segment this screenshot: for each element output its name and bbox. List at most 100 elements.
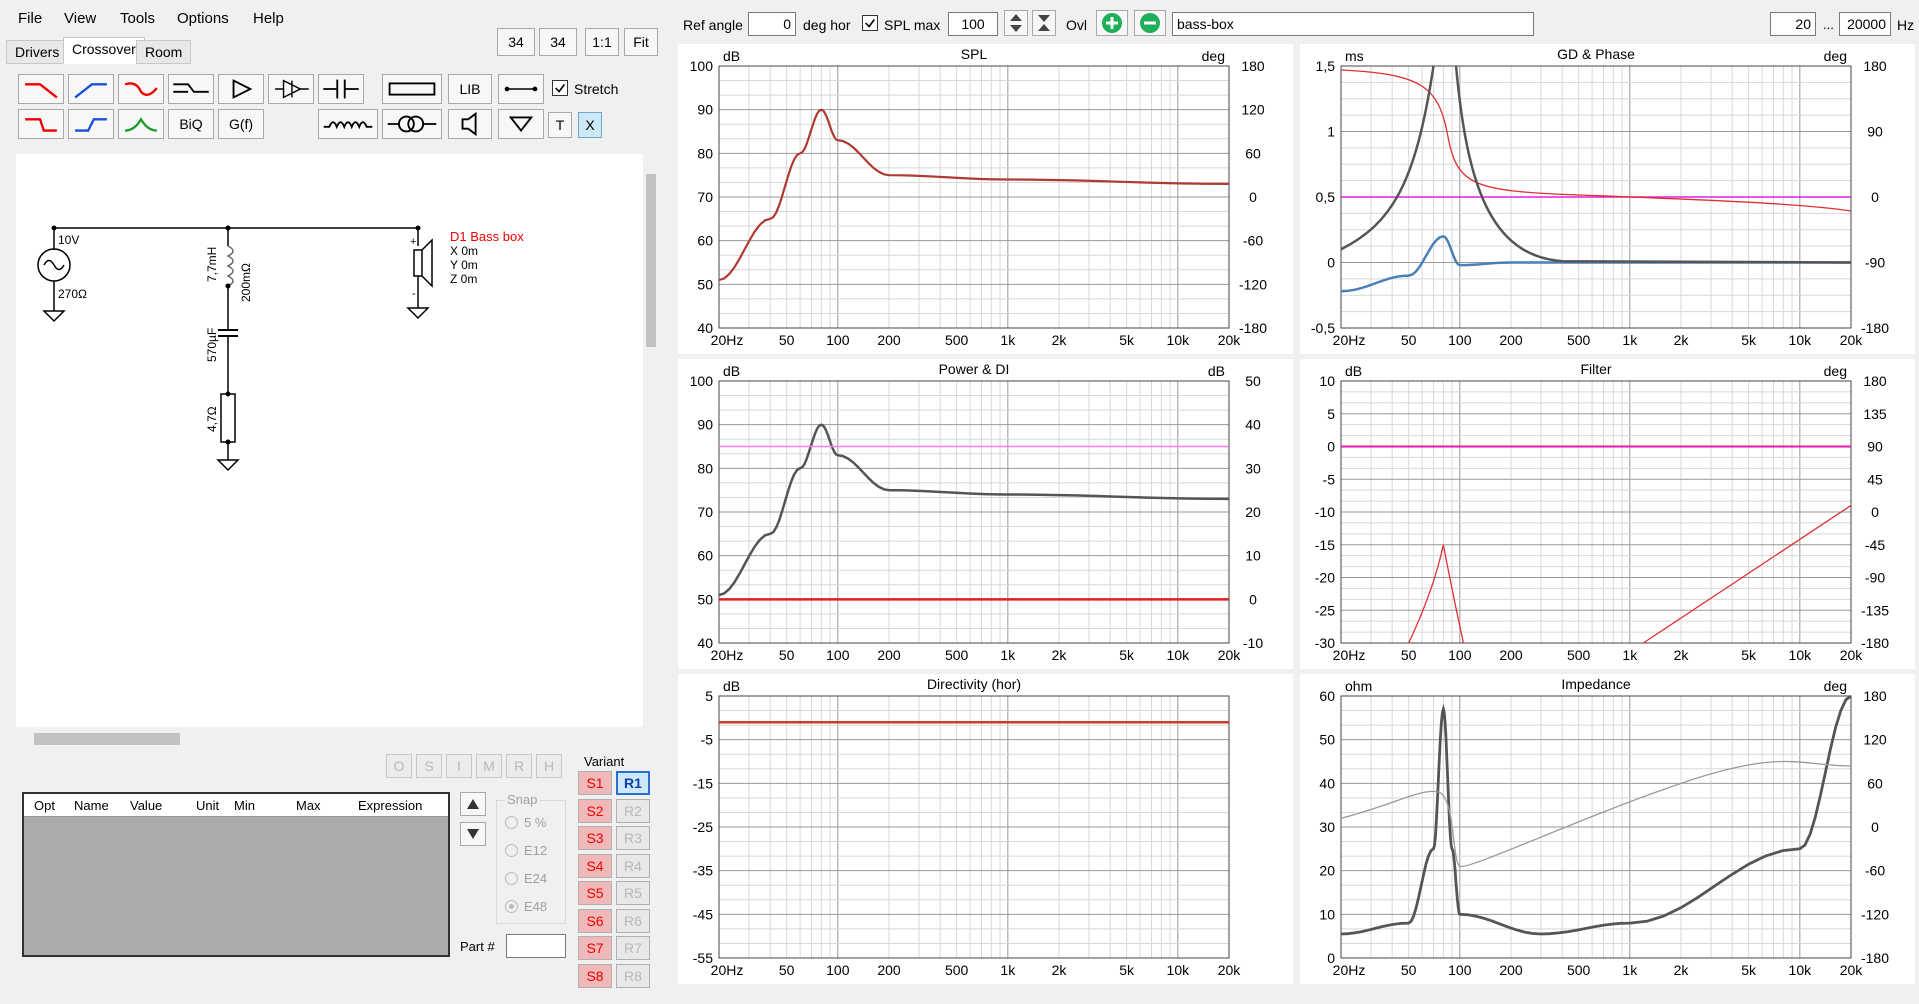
variant-s7-button[interactable]: S7 [578, 936, 612, 960]
ref-angle-input[interactable] [748, 12, 796, 36]
menu-options[interactable]: Options [177, 10, 229, 27]
y2-unit-label: dB [1208, 363, 1225, 379]
variant-s5-button[interactable]: S5 [578, 881, 612, 905]
menu-tools[interactable]: Tools [120, 10, 155, 27]
y2-tick-label: -180 [1239, 320, 1267, 336]
transfer-function-button[interactable]: G(f) [218, 109, 264, 139]
move-up-button[interactable] [460, 792, 486, 816]
inductor-resistance-label: 200mΩ [239, 263, 253, 302]
resistor-tool[interactable] [382, 74, 442, 104]
variant-r4-button[interactable]: R4 [616, 853, 650, 878]
x-tick-label: 20Hz [1333, 962, 1366, 978]
shelf-tool[interactable] [168, 74, 214, 104]
variant-s8-button[interactable]: S8 [578, 963, 612, 988]
remove-overlay-button[interactable] [1134, 10, 1166, 36]
zoom-button-2[interactable]: 34 [539, 28, 577, 56]
chart-panel-5[interactable]: 60 50 40 30 20 10 0 180 120 60 0 -60 -120 -180 20Hz 50 1… [1300, 674, 1915, 984]
variant-s4-button[interactable]: S4 [578, 853, 612, 878]
t-button[interactable]: T [548, 112, 572, 138]
add-overlay-button[interactable] [1096, 10, 1128, 36]
wire-icon [504, 86, 538, 92]
spl-max-checkbox[interactable] [862, 15, 878, 31]
freq-range-dots: ... [1823, 17, 1834, 32]
variant-r3-button[interactable]: R3 [616, 826, 650, 850]
inductor-tool[interactable] [318, 109, 378, 139]
snap-option-e24[interactable]: E24 [505, 871, 547, 886]
part-number-input[interactable] [506, 934, 566, 958]
snap-option-e12[interactable]: E12 [505, 843, 547, 858]
snap-option-label: E12 [524, 843, 548, 858]
zoom-1to1-button[interactable]: 1:1 [585, 28, 619, 56]
ground-tool[interactable] [498, 109, 544, 139]
menu-view[interactable]: View [64, 10, 96, 27]
vertical-scrollbar[interactable] [643, 154, 659, 727]
y-tick-label: 60 [1319, 688, 1335, 704]
variant-r6-button[interactable]: R6 [616, 908, 650, 933]
x-button[interactable]: X [578, 112, 602, 138]
horizontal-scroll-thumb[interactable] [34, 733, 180, 745]
variant-r2-button[interactable]: R2 [616, 798, 650, 823]
bandpass-tool[interactable] [118, 109, 164, 139]
capacitor-tool[interactable] [318, 74, 364, 104]
freq-min-input[interactable] [1770, 12, 1816, 36]
spl-spinner-button[interactable] [1004, 10, 1028, 36]
menu-file[interactable]: File [18, 10, 42, 27]
opt-button[interactable]: O [386, 754, 412, 778]
snap-option-e48[interactable]: E48 [505, 899, 547, 914]
schematic-canvas[interactable]: + - 10V 270Ω 7,7mH 200mΩ 570µF 4,7Ω D1 B… [16, 154, 643, 727]
chart-panel-0[interactable]: 100 90 80 70 60 50 40 180 120 60 0 -60 -120 -180 20Hz 5… [678, 44, 1293, 354]
variant-r5-button[interactable]: R5 [616, 881, 650, 905]
spl-range-button[interactable] [1032, 10, 1056, 36]
chart-panel-1[interactable]: 1,5 1 0,5 0 -0,5 180 90 0 -90 -180 20Hz 50 100 200 500… [1300, 44, 1915, 354]
r-button[interactable]: R [506, 754, 532, 778]
wire-tool[interactable] [498, 74, 544, 104]
variant-s6-button[interactable]: S6 [578, 908, 612, 933]
lowpass-red-tool[interactable] [18, 74, 64, 104]
y-tick-label: -25 [693, 819, 713, 835]
lib-button[interactable]: LIB [448, 74, 492, 104]
tab-room[interactable]: Room [136, 40, 192, 64]
freq-max-input[interactable] [1839, 12, 1891, 36]
spl-max-input[interactable] [948, 12, 998, 36]
x-tick-label: 20Hz [1333, 647, 1366, 663]
highpass-blue-tool[interactable] [68, 74, 114, 104]
transformer-tool[interactable] [382, 109, 442, 139]
chart-panel-4[interactable]: 5 -5 -15 -25 -35 -45 -55 20Hz 50 100 200 500 1k 2k 5k 1… [678, 674, 1293, 984]
lowpass2-tool[interactable] [18, 109, 64, 139]
stretch-checkbox[interactable] [552, 80, 568, 96]
variant-r1-button[interactable]: R1 [616, 771, 650, 795]
y2-tick-label: -90 [1865, 255, 1885, 271]
col-name: Name [74, 798, 109, 813]
amplifier-tool[interactable] [218, 74, 264, 104]
s-button[interactable]: S [416, 754, 442, 778]
bandstop-red-tool[interactable] [118, 74, 164, 104]
highpass2-tool[interactable] [68, 109, 114, 139]
tab-drivers[interactable]: Drivers [6, 40, 69, 64]
zoom-fit-button[interactable]: Fit [624, 28, 658, 56]
biquad-button[interactable]: BiQ [168, 109, 214, 139]
vertical-scroll-thumb[interactable] [646, 174, 656, 347]
snap-option-5pct[interactable]: 5 % [505, 815, 546, 830]
variant-s1-button[interactable]: S1 [578, 771, 612, 795]
m-button[interactable]: M [476, 754, 502, 778]
y2-tick-label: -60 [1243, 233, 1263, 249]
horizontal-scrollbar[interactable] [16, 729, 643, 747]
i-button[interactable]: I [446, 754, 472, 778]
x-tick-label: 20k [1840, 647, 1864, 663]
x-tick-label: 10k [1789, 332, 1813, 348]
tab-crossover[interactable]: Crossover [63, 37, 145, 64]
zoom-button-1[interactable]: 34 [497, 28, 535, 56]
variant-r8-button[interactable]: R8 [616, 963, 650, 988]
menu-help[interactable]: Help [253, 10, 284, 27]
h-button[interactable]: H [536, 754, 562, 778]
move-down-button[interactable] [460, 822, 486, 846]
variant-r7-button[interactable]: R7 [616, 936, 650, 960]
speaker-tool[interactable] [448, 109, 492, 139]
chart-panel-2[interactable]: 100 90 80 70 60 50 40 50 40 30 20 10 0 -10 20Hz 50 100 20… [678, 359, 1293, 669]
variant-s3-button[interactable]: S3 [578, 826, 612, 850]
variant-s2-button[interactable]: S2 [578, 798, 612, 823]
chart-panel-3[interactable]: 10 5 0 -5 -10 -15 -20 -25 -30 180 135 90 45 0 -45 -90 -1… [1300, 359, 1915, 669]
buffer-tool[interactable] [268, 74, 314, 104]
project-name-input[interactable] [1172, 12, 1534, 36]
parts-table[interactable]: Opt Name Value Unit Min Max Expression [22, 792, 450, 957]
